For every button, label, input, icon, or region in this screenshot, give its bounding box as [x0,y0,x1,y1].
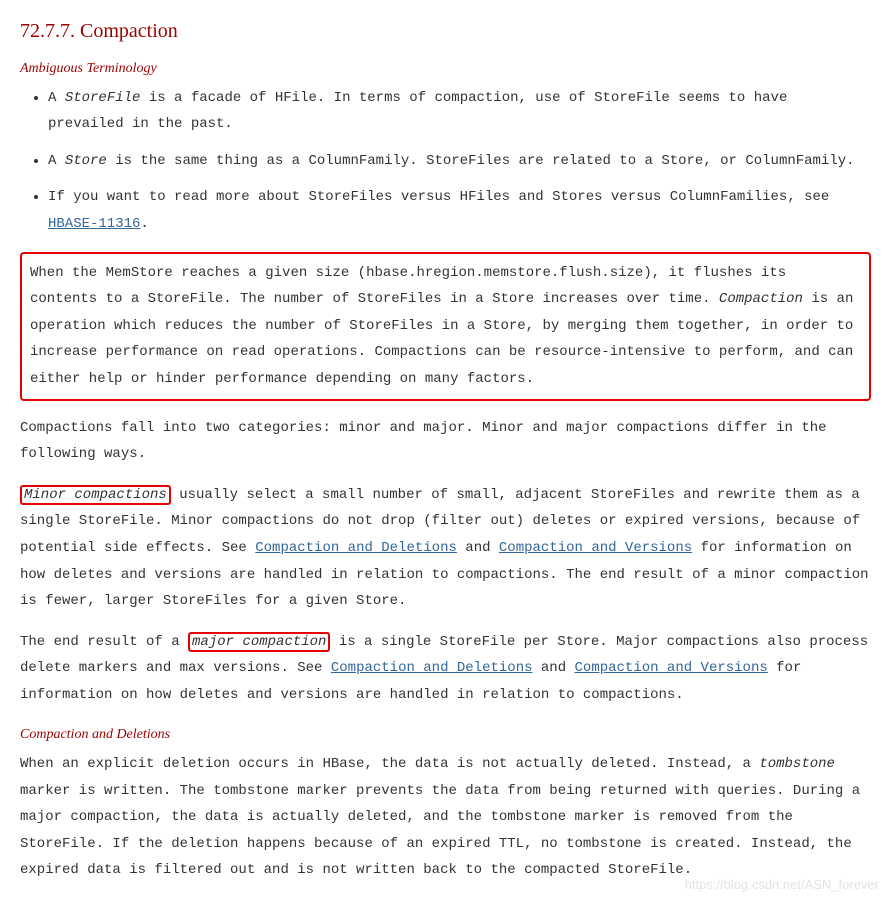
list-item: A Store is the same thing as a ColumnFam… [48,148,871,175]
text: and [533,660,575,676]
text: When the MemStore reaches a given size ( [30,265,366,281]
section-title: 72.7.7. Compaction [20,12,871,50]
code-flush-size: hbase.hregion.memstore.flush.size [366,265,643,281]
term-storefile: StoreFile [65,90,141,106]
list-item: If you want to read more about StoreFile… [48,184,871,237]
link-hbase-11316[interactable]: HBASE-11316 [48,216,140,232]
terminology-list: A StoreFile is a facade of HFile. In ter… [20,85,871,238]
subheader-compaction-deletions: Compaction and Deletions [20,722,871,749]
highlight-major-compaction: major compaction [188,632,330,652]
term-store: Store [65,153,107,169]
paragraph-major: The end result of a major compaction is … [20,629,871,709]
link-compaction-deletions[interactable]: Compaction and Deletions [255,540,457,556]
text: and [457,540,499,556]
text: The end result of a [20,634,188,650]
text: is a facade of HFile. In terms of compac… [48,90,787,133]
paragraph-minor: Minor compactions usually select a small… [20,482,871,615]
link-compaction-versions[interactable]: Compaction and Versions [499,540,692,556]
paragraph-deletions: When an explicit deletion occurs in HBas… [20,751,871,884]
text: . [140,216,148,232]
highlight-minor-compactions: Minor compactions [20,485,171,505]
text: If you want to read more about StoreFile… [48,189,829,205]
term-tombstone: tombstone [759,756,835,772]
subheader-ambiguous: Ambiguous Terminology [20,56,871,83]
text: marker is written. The tombstone marker … [20,783,860,879]
text: When an explicit deletion occurs in HBas… [20,756,759,772]
link-compaction-deletions[interactable]: Compaction and Deletions [331,660,533,676]
text: A [48,153,65,169]
highlighted-box-compaction-intro: When the MemStore reaches a given size (… [20,252,871,401]
text: is the same thing as a ColumnFamily. Sto… [107,153,855,169]
text: A [48,90,65,106]
term-compaction: Compaction [719,291,803,307]
paragraph-categories: Compactions fall into two categories: mi… [20,415,871,468]
list-item: A StoreFile is a facade of HFile. In ter… [48,85,871,138]
link-compaction-versions[interactable]: Compaction and Versions [575,660,768,676]
